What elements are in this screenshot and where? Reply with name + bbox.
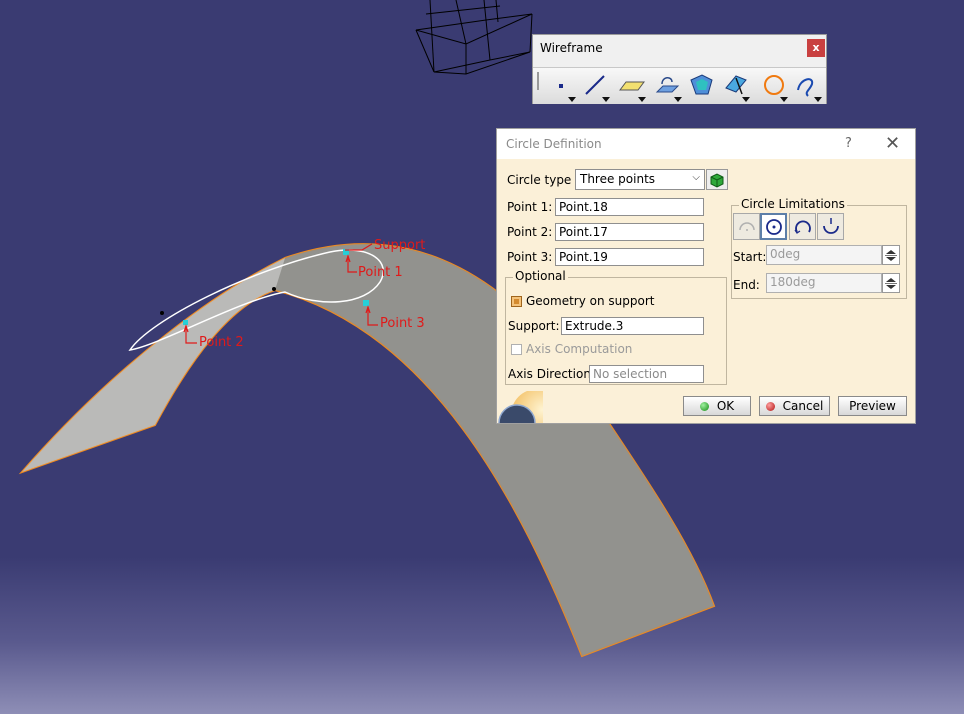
- limitation-whole-circle-button[interactable]: [760, 213, 787, 240]
- circle-icon: [764, 75, 784, 95]
- toolbar-title: Wireframe: [540, 41, 603, 55]
- offset-button[interactable]: [685, 70, 719, 102]
- circle-type-options-button[interactable]: [706, 169, 728, 190]
- point-2-field[interactable]: Point.17: [555, 223, 704, 241]
- point-icon: [559, 84, 563, 88]
- start-spinner[interactable]: [882, 245, 900, 265]
- circle-type-label: Circle type :: [507, 173, 580, 187]
- point-2-field-label: Point 2:: [507, 225, 553, 239]
- geometry-on-support-label: Geometry on support: [526, 294, 655, 308]
- globe-logo: [497, 391, 543, 423]
- ok-button[interactable]: OK: [683, 396, 751, 416]
- cancel-icon: [765, 402, 775, 411]
- end-spinner[interactable]: [882, 273, 900, 293]
- end-field[interactable]: 180deg: [766, 273, 882, 293]
- green-cube-icon: [710, 173, 724, 188]
- end-label: End:: [733, 278, 760, 292]
- support-field-label: Support:: [508, 319, 560, 333]
- optional-group: Optional Geometry on support Support: Ex…: [505, 269, 727, 385]
- point-2-label: Point 2: [199, 335, 244, 350]
- cancel-button[interactable]: Cancel: [759, 396, 830, 416]
- plane-icon: [619, 81, 645, 91]
- intersection-button[interactable]: [719, 70, 753, 102]
- point-3-field-label: Point 3:: [507, 250, 553, 264]
- circle-limitations-title: Circle Limitations: [739, 197, 847, 211]
- offset-icon: [690, 74, 713, 95]
- point-1-label: Point 1: [358, 265, 403, 280]
- axis-direction-label: Axis Direction:: [508, 367, 595, 381]
- start-label: Start:: [733, 250, 767, 264]
- whole-circle-icon: [766, 219, 782, 235]
- axis-direction-field[interactable]: No selection: [589, 365, 704, 383]
- point-3-field[interactable]: Point.19: [555, 248, 704, 266]
- line-icon: [585, 75, 605, 95]
- circle-type-value: Three points: [580, 172, 656, 186]
- limitation-part-circle-button[interactable]: [733, 213, 760, 240]
- trimmed-circle-icon: [794, 220, 811, 234]
- toolbar-grip[interactable]: [537, 72, 539, 90]
- point-1-field-label: Point 1:: [507, 200, 553, 214]
- axis-computation-checkbox[interactable]: [511, 344, 522, 355]
- chevron-down-icon: ⌵: [692, 172, 700, 183]
- point-1-field[interactable]: Point.18: [555, 198, 704, 216]
- spline-icon: [797, 78, 814, 97]
- wireframe-toolbar[interactable]: Wireframe x: [532, 34, 827, 104]
- optional-group-title: Optional: [513, 269, 568, 283]
- projection-icon: [655, 77, 680, 93]
- spline-button[interactable]: [791, 70, 825, 102]
- surface-highlight: [22, 258, 285, 472]
- close-icon[interactable]: ✕: [885, 133, 900, 154]
- circle-button[interactable]: [757, 70, 791, 102]
- intersection-icon: [725, 75, 747, 95]
- projection-button[interactable]: [651, 70, 685, 102]
- point-button[interactable]: [545, 70, 579, 102]
- plane-button[interactable]: [615, 70, 649, 102]
- complementary-circle-icon: [823, 218, 839, 234]
- preview-button[interactable]: Preview: [838, 396, 907, 416]
- support-label: Support: [374, 238, 425, 253]
- line-button[interactable]: [579, 70, 613, 102]
- dialog-titlebar[interactable]: Circle Definition ? ✕: [497, 129, 915, 159]
- dialog-title: Circle Definition: [506, 137, 602, 151]
- compass-cube[interactable]: [415, 0, 533, 75]
- start-field[interactable]: 0deg: [766, 245, 882, 265]
- limitation-complementary-button[interactable]: [817, 213, 844, 240]
- arc-disabled-icon: [739, 222, 755, 231]
- toolbar-close-button[interactable]: x: [807, 39, 825, 57]
- geometry-on-support-checkbox[interactable]: [511, 296, 522, 307]
- limitation-trimmed-circle-button[interactable]: [789, 213, 816, 240]
- point-3-label: Point 3: [380, 316, 425, 331]
- ok-icon: [699, 402, 709, 411]
- axis-computation-label: Axis Computation: [526, 342, 633, 356]
- toolbar-body: [533, 67, 826, 104]
- support-field[interactable]: Extrude.3: [561, 317, 704, 335]
- help-button[interactable]: ?: [845, 136, 852, 151]
- circle-definition-dialog[interactable]: Circle Definition ? ✕ Circle type : Thre…: [496, 128, 916, 424]
- circle-type-select[interactable]: Three points ⌵: [575, 169, 705, 190]
